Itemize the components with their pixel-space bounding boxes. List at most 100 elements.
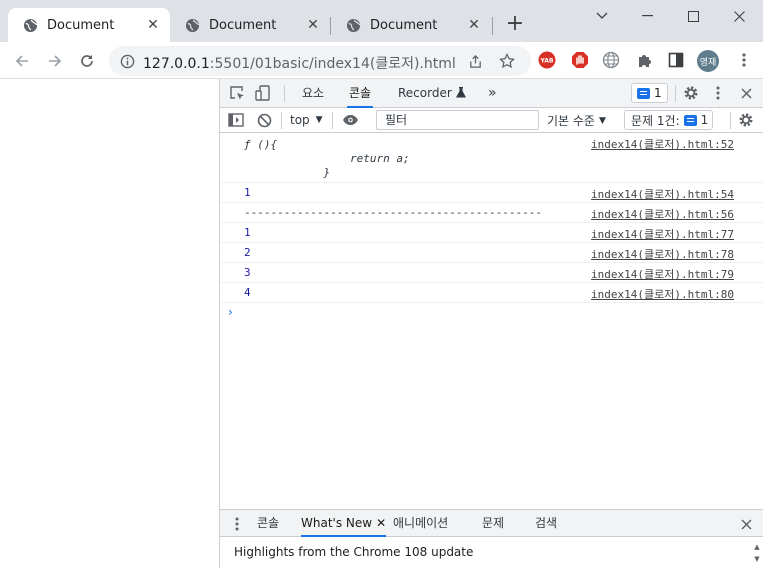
issues-badge-count: 1 (700, 113, 709, 127)
console-filter-input[interactable] (376, 110, 539, 130)
globe-icon (22, 17, 38, 33)
drawer-tab-issues[interactable]: 문제 (482, 510, 504, 537)
close-icon (733, 10, 745, 22)
drawer-tab-search[interactable]: 검색 (535, 510, 557, 537)
message-text: 3 (244, 266, 251, 279)
arrow-left-icon (15, 55, 28, 67)
console-message[interactable]: ----------------------------------------… (220, 203, 763, 223)
context-selector[interactable]: top ▼ (290, 111, 323, 129)
minimize-button[interactable] (627, 6, 667, 26)
source-link[interactable]: index14(클로저).html:78 (591, 246, 734, 262)
clear-console-icon[interactable] (255, 111, 273, 129)
arrow-right-icon (49, 55, 62, 67)
console-message[interactable]: 1 index14(클로저).html:54 (220, 183, 763, 203)
settings-gear-icon[interactable] (682, 84, 700, 102)
console-settings-gear-icon[interactable] (737, 111, 755, 129)
console-message[interactable]: 4 index14(클로저).html:80 (220, 283, 763, 303)
flask-icon (455, 80, 466, 108)
side-panel-icon[interactable] (667, 51, 685, 69)
issues-label: 문제 1건: (631, 113, 680, 128)
browser-tab-1[interactable]: Document ✕ (8, 8, 170, 42)
message-text: ----------------------------------------… (244, 206, 543, 219)
devtools-drawer: 콘솔 What's New ✕ 애니메이션 문제 검색 Highlights fr… (220, 509, 763, 568)
separator (675, 85, 676, 102)
url-host: 127.0.0.1 (143, 56, 210, 72)
inspect-element-icon[interactable] (228, 84, 246, 102)
tab-close-icon[interactable]: ✕ (306, 18, 320, 32)
browser-tab-2[interactable]: Document ✕ (170, 8, 330, 42)
close-window-button[interactable] (719, 6, 759, 26)
console-message[interactable]: 2 index14(클로저).html:78 (220, 243, 763, 263)
separator (730, 112, 731, 129)
reload-icon (81, 55, 93, 67)
back-button[interactable] (11, 50, 33, 72)
source-link[interactable]: index14(클로저).html:80 (591, 286, 734, 302)
maximize-button[interactable] (673, 6, 713, 26)
issues-button[interactable]: 문제 1건: 1 (624, 110, 714, 130)
drawer-tab-bar: 콘솔 What's New ✕ 애니메이션 문제 검색 (220, 510, 763, 537)
bookmark-star-icon[interactable] (499, 53, 515, 69)
console-message[interactable]: 1 index14(클로저).html:77 (220, 223, 763, 243)
function-line-2: return a; (244, 152, 410, 165)
tab-console[interactable]: 콘솔 (347, 79, 374, 108)
maximize-icon (687, 10, 699, 22)
chevron-down-icon (596, 12, 608, 19)
dropdown-arrow-icon: ▼ (315, 115, 323, 125)
page-viewport (0, 79, 219, 568)
kebab-menu-icon[interactable] (735, 51, 753, 69)
separator (332, 112, 333, 129)
yab-extension-icon[interactable]: YAB (538, 51, 556, 69)
forward-button[interactable] (44, 50, 66, 72)
more-tabs-icon[interactable]: » (486, 79, 499, 108)
globe-icon (345, 17, 361, 33)
issue-flag-icon (637, 87, 650, 99)
console-message[interactable]: 3 index14(클로저).html:79 (220, 263, 763, 283)
drawer-tab-whats-new[interactable]: What's New ✕ (301, 510, 387, 537)
tab-recorder[interactable]: Recorder (396, 79, 468, 108)
source-link[interactable]: index14(클로저).html:79 (591, 266, 734, 282)
source-link[interactable]: index14(클로저).html:56 (591, 206, 734, 222)
profile-avatar[interactable]: 영재 (697, 50, 719, 72)
source-link[interactable]: index14(클로저).html:52 (591, 136, 734, 152)
new-tab-button[interactable]: + (505, 13, 525, 35)
source-link[interactable]: index14(클로저).html:77 (591, 226, 734, 242)
share-icon[interactable] (467, 53, 483, 69)
reload-button[interactable] (76, 50, 98, 72)
device-toolbar-icon[interactable] (254, 84, 272, 102)
globe-extension-icon[interactable] (602, 51, 620, 69)
tab-search-button[interactable] (582, 6, 622, 26)
context-label: top (290, 113, 310, 127)
tab-close-icon[interactable]: ✕ (146, 18, 160, 32)
issues-counter-button[interactable]: 1 (631, 83, 668, 103)
tab-elements[interactable]: 요소 (300, 79, 326, 108)
browser-tab-3[interactable]: Document ✕ (331, 8, 491, 42)
info-icon[interactable] (119, 53, 135, 69)
issues-count: 1 (654, 86, 662, 100)
function-line-1: ƒ (){ (244, 138, 278, 151)
devtools-menu-icon[interactable] (709, 84, 727, 102)
stop-hand-extension-icon[interactable] (571, 51, 589, 69)
tab-separator (492, 17, 493, 35)
live-expression-eye-icon[interactable] (341, 111, 359, 129)
drawer-tab-console[interactable]: 콘솔 (257, 510, 279, 537)
address-bar[interactable]: 127.0.0.1:5501/01basic/index14(클로저).html (109, 46, 531, 76)
devtools-panel: 요소 콘솔 Recorder » 1 top ▼ 필터 기본 수준 ▼ 문제 1… (219, 79, 763, 568)
extensions-puzzle-icon[interactable] (636, 51, 654, 69)
console-filter-bar: top ▼ 기본 수준 ▼ 문제 1건: 1 (220, 108, 763, 133)
globe-icon (184, 17, 200, 33)
drawer-tab-animations[interactable]: 애니메이션 (393, 510, 448, 537)
console-prompt-row[interactable]: › (220, 303, 763, 325)
close-devtools-icon[interactable] (737, 84, 755, 102)
close-drawer-icon[interactable] (737, 515, 755, 533)
drawer-menu-icon[interactable] (228, 515, 246, 533)
function-line-3: } (244, 166, 331, 179)
log-level-selector[interactable]: 기본 수준 ▼ (547, 112, 606, 129)
tab-close-icon[interactable]: ✕ (467, 18, 481, 32)
drawer-scrollbar[interactable]: ▲ ▼ (752, 541, 762, 565)
console-messages: ƒ (){ return a; } index14(클로저).html:52 1… (220, 133, 763, 325)
console-message-function[interactable]: ƒ (){ return a; } index14(클로저).html:52 (220, 133, 763, 183)
sidebar-toggle-icon[interactable] (227, 111, 245, 129)
source-link[interactable]: index14(클로저).html:54 (591, 186, 734, 202)
drawer-tab-label: What's New (301, 516, 373, 530)
close-tab-icon[interactable]: ✕ (376, 516, 386, 530)
